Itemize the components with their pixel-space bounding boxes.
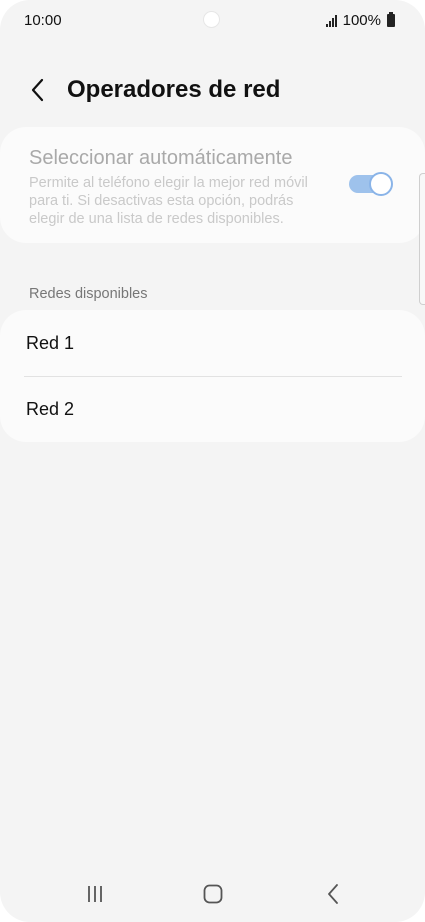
recent-apps-icon: [88, 886, 102, 902]
toggle-thumb: [369, 172, 393, 196]
signal-icon: [325, 14, 337, 27]
scroll-indicator[interactable]: [419, 173, 425, 305]
battery-icon: [387, 12, 395, 27]
home-icon: [203, 884, 223, 904]
auto-select-title: Seleccionar automáticamente: [29, 147, 293, 169]
phone-screen: 10:00 100% Operadores de red Seleccionar…: [0, 0, 425, 922]
battery-percent: 100%: [342, 12, 381, 29]
header: Operadores de red: [0, 70, 425, 110]
recent-apps-button[interactable]: [80, 880, 110, 908]
networks-list: Red 1 Red 2: [0, 310, 425, 442]
back-button[interactable]: [22, 74, 54, 106]
status-indicators: 100%: [325, 12, 395, 29]
page-title: Operadores de red: [67, 76, 281, 103]
auto-select-description: Permite al teléfono elegir la mejor red …: [29, 175, 308, 227]
section-label-available-networks: Redes disponibles: [29, 286, 148, 302]
nav-back-button[interactable]: [318, 880, 348, 908]
network-item-red-1[interactable]: Red 1: [0, 310, 425, 376]
status-time: 10:00: [24, 12, 62, 29]
network-label: Red 1: [26, 333, 75, 353]
network-label: Red 2: [26, 399, 75, 419]
chevron-left-icon: [31, 78, 44, 102]
front-camera: [203, 11, 220, 28]
nav-back-icon: [328, 884, 338, 904]
home-button[interactable]: [198, 880, 228, 908]
navigation-bar: [0, 866, 425, 922]
status-bar: 10:00 100%: [0, 0, 425, 40]
network-item-red-2[interactable]: Red 2: [0, 376, 425, 442]
auto-select-toggle[interactable]: [349, 172, 393, 196]
